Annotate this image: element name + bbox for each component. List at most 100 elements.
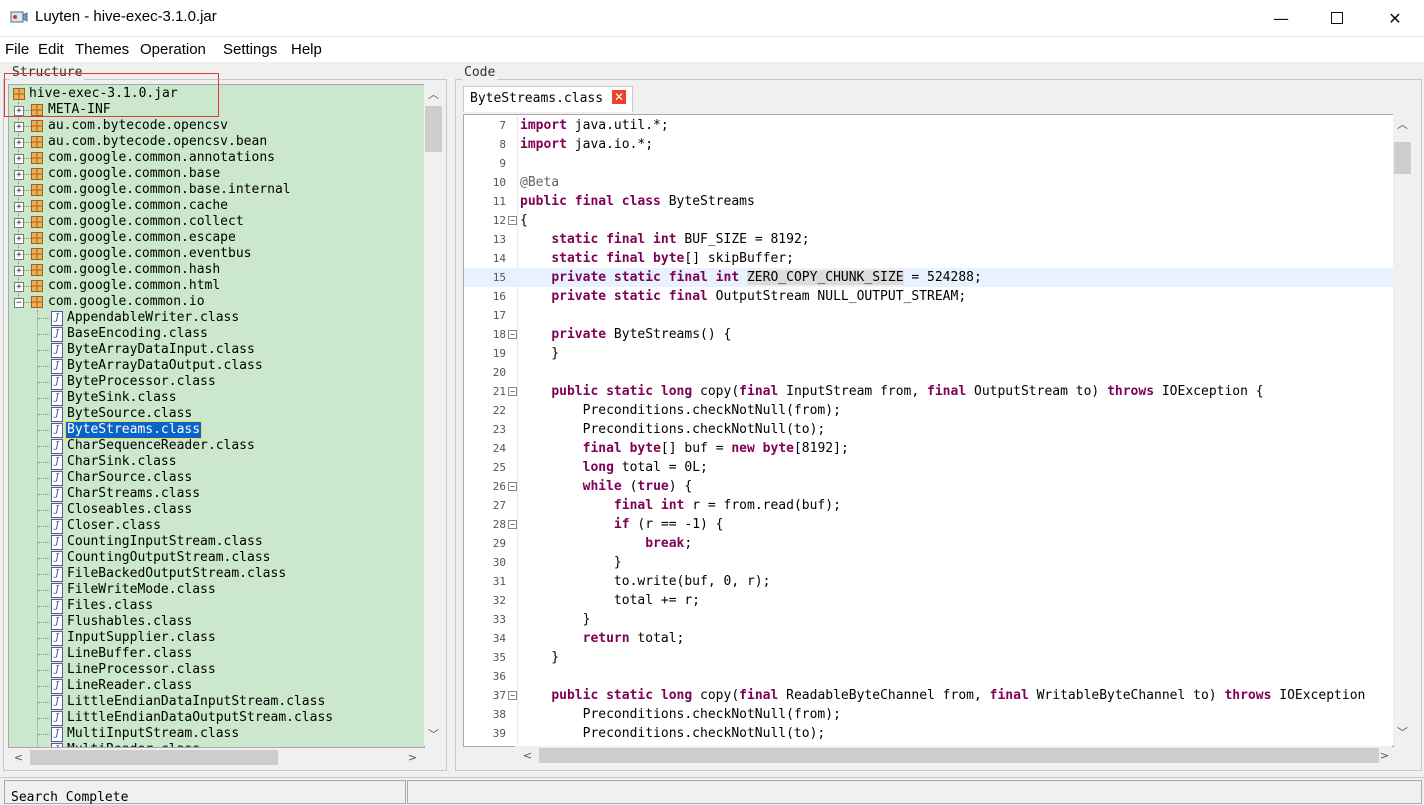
code-line[interactable]: 10 @Beta: [464, 173, 1393, 192]
tree-item-package[interactable]: + au.com.bytecode.opencsv.bean: [9, 134, 424, 150]
code-line[interactable]: 38 Preconditions.checkNotNull(from);: [464, 705, 1393, 724]
code-line[interactable]: 21− public static long copy(final InputS…: [464, 382, 1393, 401]
code-line[interactable]: 34 return total;: [464, 629, 1393, 648]
expand-icon[interactable]: +: [14, 218, 24, 228]
tree-item-class[interactable]: J LittleEndianDataOutputStream.class: [9, 710, 424, 726]
tree-item-class[interactable]: J FileBackedOutputStream.class: [9, 566, 424, 582]
tree-item-class[interactable]: J ByteSource.class: [9, 406, 424, 422]
menu-operation[interactable]: Operation: [140, 41, 206, 58]
tree-item-class[interactable]: J CountingOutputStream.class: [9, 550, 424, 566]
code-line[interactable]: 37− public static long copy(final Readab…: [464, 686, 1393, 705]
menu-settings[interactable]: Settings: [223, 41, 277, 58]
tree-item-package[interactable]: + com.google.common.base.internal: [9, 182, 424, 198]
tree-item-class[interactable]: J ByteArrayDataOutput.class: [9, 358, 424, 374]
code-line[interactable]: 9: [464, 154, 1393, 173]
code-line[interactable]: 17: [464, 306, 1393, 325]
expand-icon[interactable]: +: [14, 234, 24, 244]
code-line[interactable]: 15 private static final int ZERO_COPY_CH…: [464, 268, 1393, 287]
code-line[interactable]: 7 import java.util.*;: [464, 116, 1393, 135]
maximize-button[interactable]: [1308, 0, 1366, 36]
expand-icon[interactable]: +: [14, 202, 24, 212]
structure-hscroll-thumb[interactable]: [30, 750, 278, 765]
menu-edit[interactable]: Edit: [38, 41, 64, 58]
scroll-right-arrow-icon[interactable]: >: [404, 749, 421, 766]
code-line[interactable]: 14 static final byte[] skipBuffer;: [464, 249, 1393, 268]
code-vertical-scrollbar[interactable]: ︿ ﹀: [1393, 114, 1412, 745]
tree-item-class[interactable]: J CharStreams.class: [9, 486, 424, 502]
code-line[interactable]: 31 to.write(buf, 0, r);: [464, 572, 1393, 591]
tree-item-package[interactable]: + au.com.bytecode.opencsv: [9, 118, 424, 134]
expand-icon[interactable]: +: [14, 154, 24, 164]
code-line[interactable]: 23 Preconditions.checkNotNull(to);: [464, 420, 1393, 439]
code-scroll-up-arrow-icon[interactable]: ︿: [1394, 116, 1411, 133]
tree-item-class[interactable]: J LittleEndianDataInputStream.class: [9, 694, 424, 710]
expand-icon[interactable]: +: [14, 186, 24, 196]
code-line[interactable]: 8 import java.io.*;: [464, 135, 1393, 154]
collapse-icon[interactable]: −: [14, 298, 24, 308]
expand-icon[interactable]: +: [14, 266, 24, 276]
code-line[interactable]: 29 break;: [464, 534, 1393, 553]
tree-item-package[interactable]: + com.google.common.base: [9, 166, 424, 182]
code-line[interactable]: 36: [464, 667, 1393, 686]
tree-item-class[interactable]: J CharSequenceReader.class: [9, 438, 424, 454]
code-line[interactable]: 24 final byte[] buf = new byte[8192];: [464, 439, 1393, 458]
tab-bytestreams[interactable]: ByteStreams.class ✕: [463, 86, 633, 112]
expand-icon[interactable]: +: [14, 282, 24, 292]
code-editor[interactable]: 7 import java.util.*; 8 import java.io.*; 9 1…: [463, 114, 1394, 747]
tree-item-class[interactable]: J Files.class: [9, 598, 424, 614]
code-line[interactable]: 20: [464, 363, 1393, 382]
fold-collapse-icon[interactable]: −: [508, 520, 517, 529]
code-line[interactable]: 12−{: [464, 211, 1393, 230]
expand-icon[interactable]: +: [14, 170, 24, 180]
menu-help[interactable]: Help: [291, 41, 322, 58]
structure-tree[interactable]: hive-exec-3.1.0.jar + META-INF + au.com.byte…: [8, 84, 425, 748]
scroll-left-arrow-icon[interactable]: <: [10, 749, 27, 766]
tree-item-class[interactable]: J Closeables.class: [9, 502, 424, 518]
code-horizontal-scrollbar[interactable]: < >: [515, 746, 1392, 765]
tree-item-class[interactable]: J BaseEncoding.class: [9, 326, 424, 342]
tree-item-class[interactable]: J LineReader.class: [9, 678, 424, 694]
menu-file[interactable]: File: [5, 41, 29, 58]
code-hscroll-thumb[interactable]: [539, 748, 1379, 763]
tab-close-icon[interactable]: ✕: [612, 90, 626, 104]
tree-item-class[interactable]: J CharSink.class: [9, 454, 424, 470]
code-line[interactable]: 13 static final int BUF_SIZE = 8192;: [464, 230, 1393, 249]
tree-item-package[interactable]: + com.google.common.cache: [9, 198, 424, 214]
tree-item-class[interactable]: J LineBuffer.class: [9, 646, 424, 662]
code-line[interactable]: 18− private ByteStreams() {: [464, 325, 1393, 344]
fold-collapse-icon[interactable]: −: [508, 482, 517, 491]
tree-item-package[interactable]: + com.google.common.annotations: [9, 150, 424, 166]
menu-themes[interactable]: Themes: [75, 41, 129, 58]
tree-item-package[interactable]: − com.google.common.io: [9, 294, 424, 310]
code-line[interactable]: 19 }: [464, 344, 1393, 363]
fold-collapse-icon[interactable]: −: [508, 691, 517, 700]
code-line[interactable]: 16 private static final OutputStream NUL…: [464, 287, 1393, 306]
expand-icon[interactable]: +: [14, 250, 24, 260]
tree-item-class[interactable]: J ByteProcessor.class: [9, 374, 424, 390]
tree-item-class[interactable]: J ByteSink.class: [9, 390, 424, 406]
tree-item-package[interactable]: + com.google.common.collect: [9, 214, 424, 230]
tree-item-package[interactable]: + com.google.common.html: [9, 278, 424, 294]
tree-item-class[interactable]: J LineProcessor.class: [9, 662, 424, 678]
structure-vertical-scrollbar[interactable]: ︿ ﹀: [424, 84, 443, 746]
fold-collapse-icon[interactable]: −: [508, 330, 517, 339]
scroll-up-arrow-icon[interactable]: ︿: [425, 86, 442, 103]
expand-icon[interactable]: +: [14, 138, 24, 148]
code-line[interactable]: 26− while (true) {: [464, 477, 1393, 496]
structure-vscroll-thumb[interactable]: [425, 106, 442, 152]
tree-item-package[interactable]: + com.google.common.hash: [9, 262, 424, 278]
minimize-button[interactable]: —: [1252, 0, 1310, 36]
code-line[interactable]: 25 long total = 0L;: [464, 458, 1393, 477]
tree-item-class[interactable]: J Flushables.class: [9, 614, 424, 630]
code-scroll-right-arrow-icon[interactable]: >: [1376, 747, 1393, 764]
fold-collapse-icon[interactable]: −: [508, 387, 517, 396]
tree-item-class[interactable]: J AppendableWriter.class: [9, 310, 424, 326]
code-line[interactable]: 33 }: [464, 610, 1393, 629]
tree-item-class[interactable]: J InputSupplier.class: [9, 630, 424, 646]
code-line[interactable]: 39 Preconditions.checkNotNull(to);: [464, 724, 1393, 743]
tree-item-class[interactable]: J CharSource.class: [9, 470, 424, 486]
code-scroll-left-arrow-icon[interactable]: <: [519, 747, 536, 764]
code-line[interactable]: 32 total += r;: [464, 591, 1393, 610]
tree-item-class[interactable]: J CountingInputStream.class: [9, 534, 424, 550]
code-scroll-down-arrow-icon[interactable]: ﹀: [1394, 724, 1411, 741]
